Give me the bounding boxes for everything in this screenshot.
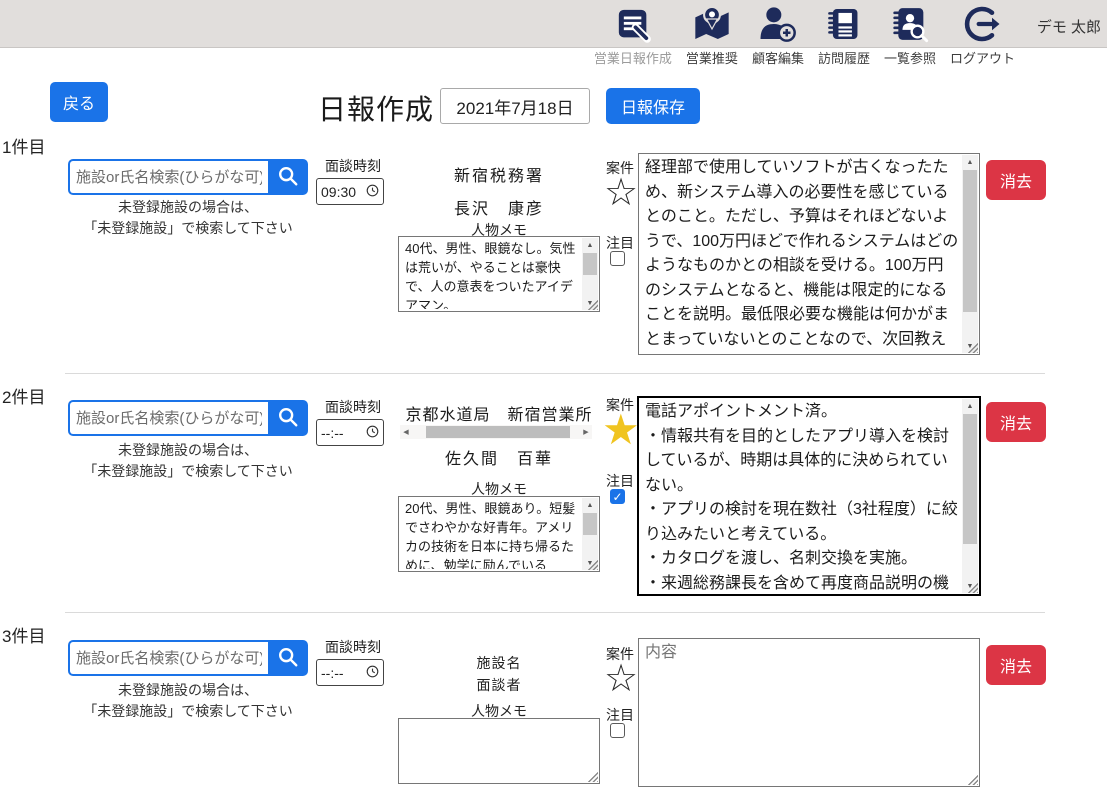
nav-label: 営業日報作成	[594, 48, 672, 67]
search-button[interactable]	[268, 400, 308, 436]
attention-label: 注目	[606, 471, 634, 491]
facility-search-group	[68, 400, 308, 436]
nav-item-visit-history[interactable]: 訪問履歴	[818, 3, 870, 67]
search-note: 未登録施設の場合は、 「未登録施設」で検索して下さい	[48, 197, 328, 239]
person-name-placeholder: 面談者	[398, 675, 600, 695]
entry-section-2: 2件目 未登録施設の場合は、 「未登録施設」で検索して下さい 面談時刻 --:-…	[0, 383, 1107, 612]
clock-icon	[366, 665, 379, 681]
map-pin-icon	[691, 3, 733, 45]
interview-time-input[interactable]: --:--	[316, 659, 384, 686]
resize-handle[interactable]	[587, 771, 598, 782]
report-content-textarea[interactable]: 電話アポイントメント済。 ・情報共有を目的としたアプリ導入を検討しているが、時期…	[637, 396, 981, 596]
attention-checkbox[interactable]: ✓	[610, 489, 625, 504]
clock-icon	[366, 425, 379, 441]
scroll-up-icon[interactable]: ▲	[582, 238, 598, 252]
case-star-icon[interactable]: ☆	[604, 173, 638, 211]
delete-entry-button[interactable]: 消去	[986, 645, 1046, 685]
attention-label: 注目	[606, 705, 634, 725]
facility-name: 京都水道局 新宿営業所	[398, 401, 600, 425]
page-title: 日報作成	[318, 88, 434, 128]
resize-handle[interactable]	[967, 774, 978, 785]
magnifier-icon	[277, 406, 299, 431]
scroll-right-icon[interactable]: ▶	[580, 425, 592, 439]
logout-icon	[962, 3, 1002, 45]
nav-item-list-view[interactable]: 一覧参照	[884, 3, 936, 67]
scroll-left-icon[interactable]: ◀	[400, 425, 412, 439]
section-divider	[65, 612, 1045, 613]
person-memo-textarea[interactable]: 40代、男性、眼鏡なし。気性は荒いが、やることは豪快で、人の意表をついたアイデア…	[398, 236, 600, 312]
nav-item-logout[interactable]: ログアウト	[950, 3, 1015, 67]
person-name: 長沢 康彦	[398, 195, 600, 219]
vertical-scrollbar[interactable]: ▲ ▼	[962, 155, 978, 353]
nav-item-customer-edit[interactable]: 顧客編集	[752, 3, 804, 67]
search-button[interactable]	[268, 640, 308, 676]
facility-search-group	[68, 640, 308, 676]
nav-item-sales-recommend[interactable]: 営業推奨	[686, 3, 738, 67]
facility-horizontal-scrollbar[interactable]: ◀ ▶	[400, 425, 592, 439]
top-nav: 営業日報作成 営業推奨	[594, 3, 1015, 67]
person-memo-textarea[interactable]: 20代、男性、眼鏡あり。短髪でさわやかな好青年。アメリカの技術を日本に持ち帰るた…	[398, 496, 600, 572]
save-report-button[interactable]: 日報保存	[606, 88, 700, 124]
facility-name: 新宿税務署	[398, 162, 600, 186]
scroll-up-icon[interactable]: ▲	[962, 399, 978, 413]
facility-search-input[interactable]	[68, 159, 268, 195]
delete-entry-button[interactable]: 消去	[986, 402, 1046, 442]
attention-checkbox[interactable]	[610, 251, 625, 266]
search-button[interactable]	[268, 159, 308, 195]
scroll-up-icon[interactable]: ▲	[962, 155, 978, 169]
search-note: 未登録施設の場合は、 「未登録施設」で検索して下さい	[48, 440, 328, 482]
delete-entry-button[interactable]: 消去	[986, 160, 1046, 200]
facility-search-input[interactable]	[68, 400, 268, 436]
person-add-icon	[758, 3, 798, 45]
magnifier-icon	[277, 165, 299, 190]
case-star-icon[interactable]: ★	[602, 409, 640, 451]
vertical-scrollbar[interactable]: ▲ ▼	[582, 498, 598, 570]
interview-time-label: 面談時刻	[318, 156, 388, 176]
interview-time-input[interactable]: 09:30	[316, 178, 384, 205]
notebook-icon	[825, 3, 863, 45]
scroll-up-icon[interactable]: ▲	[582, 498, 598, 512]
interview-time-input[interactable]: --:--	[316, 419, 384, 446]
case-star-icon[interactable]: ☆	[604, 659, 638, 697]
interview-time-label: 面談時刻	[318, 397, 388, 417]
facility-search-group	[68, 159, 308, 195]
interview-time-label: 面談時刻	[318, 637, 388, 657]
facility-search-input[interactable]	[68, 640, 268, 676]
magnifier-icon	[277, 646, 299, 671]
report-content-textarea[interactable]: 経理部で使用していソフトが古くなったため、新システム導入の必要性を感じているとの…	[638, 153, 980, 355]
nav-item-report-create[interactable]: 営業日報作成	[594, 3, 672, 67]
entry-index-label: 3件目	[2, 622, 45, 647]
report-edit-icon	[613, 3, 653, 45]
facility-name-placeholder: 施設名	[398, 653, 600, 673]
search-note: 未登録施設の場合は、 「未登録施設」で検索して下さい	[48, 680, 328, 722]
vertical-scrollbar[interactable]: ▲ ▼	[962, 399, 978, 593]
report-content-textarea[interactable]: 内容	[638, 638, 980, 787]
nav-label: 顧客編集	[752, 48, 804, 67]
attention-checkbox[interactable]	[610, 723, 625, 738]
person-name: 佐久間 百華	[398, 445, 600, 469]
report-date-input[interactable]: 2021年7月18日	[440, 88, 590, 124]
daily-report-page: 営業日報作成 営業推奨	[0, 0, 1107, 789]
nav-label: 一覧参照	[884, 48, 936, 67]
attention-label: 注目	[606, 233, 634, 253]
entry-index-label: 2件目	[2, 383, 45, 408]
entry-section-3: 3件目 未登録施設の場合は、 「未登録施設」で検索して下さい 面談時刻 --:-…	[0, 620, 1107, 789]
contact-search-icon	[890, 3, 930, 45]
back-button[interactable]: 戻る	[50, 82, 108, 122]
nav-label: 訪問履歴	[818, 48, 870, 67]
nav-label: 営業推奨	[686, 48, 738, 67]
nav-label: ログアウト	[950, 48, 1015, 67]
logged-in-user: デモ 太郎	[1037, 16, 1101, 37]
vertical-scrollbar[interactable]: ▲ ▼	[582, 238, 598, 310]
person-memo-textarea[interactable]	[398, 718, 600, 784]
section-divider	[65, 373, 1045, 374]
entry-index-label: 1件目	[2, 133, 45, 158]
clock-icon	[366, 184, 379, 200]
entry-section-1: 1件目 未登録施設の場合は、 「未登録施設」で検索して下さい 面談時刻 09:3…	[0, 133, 1107, 373]
